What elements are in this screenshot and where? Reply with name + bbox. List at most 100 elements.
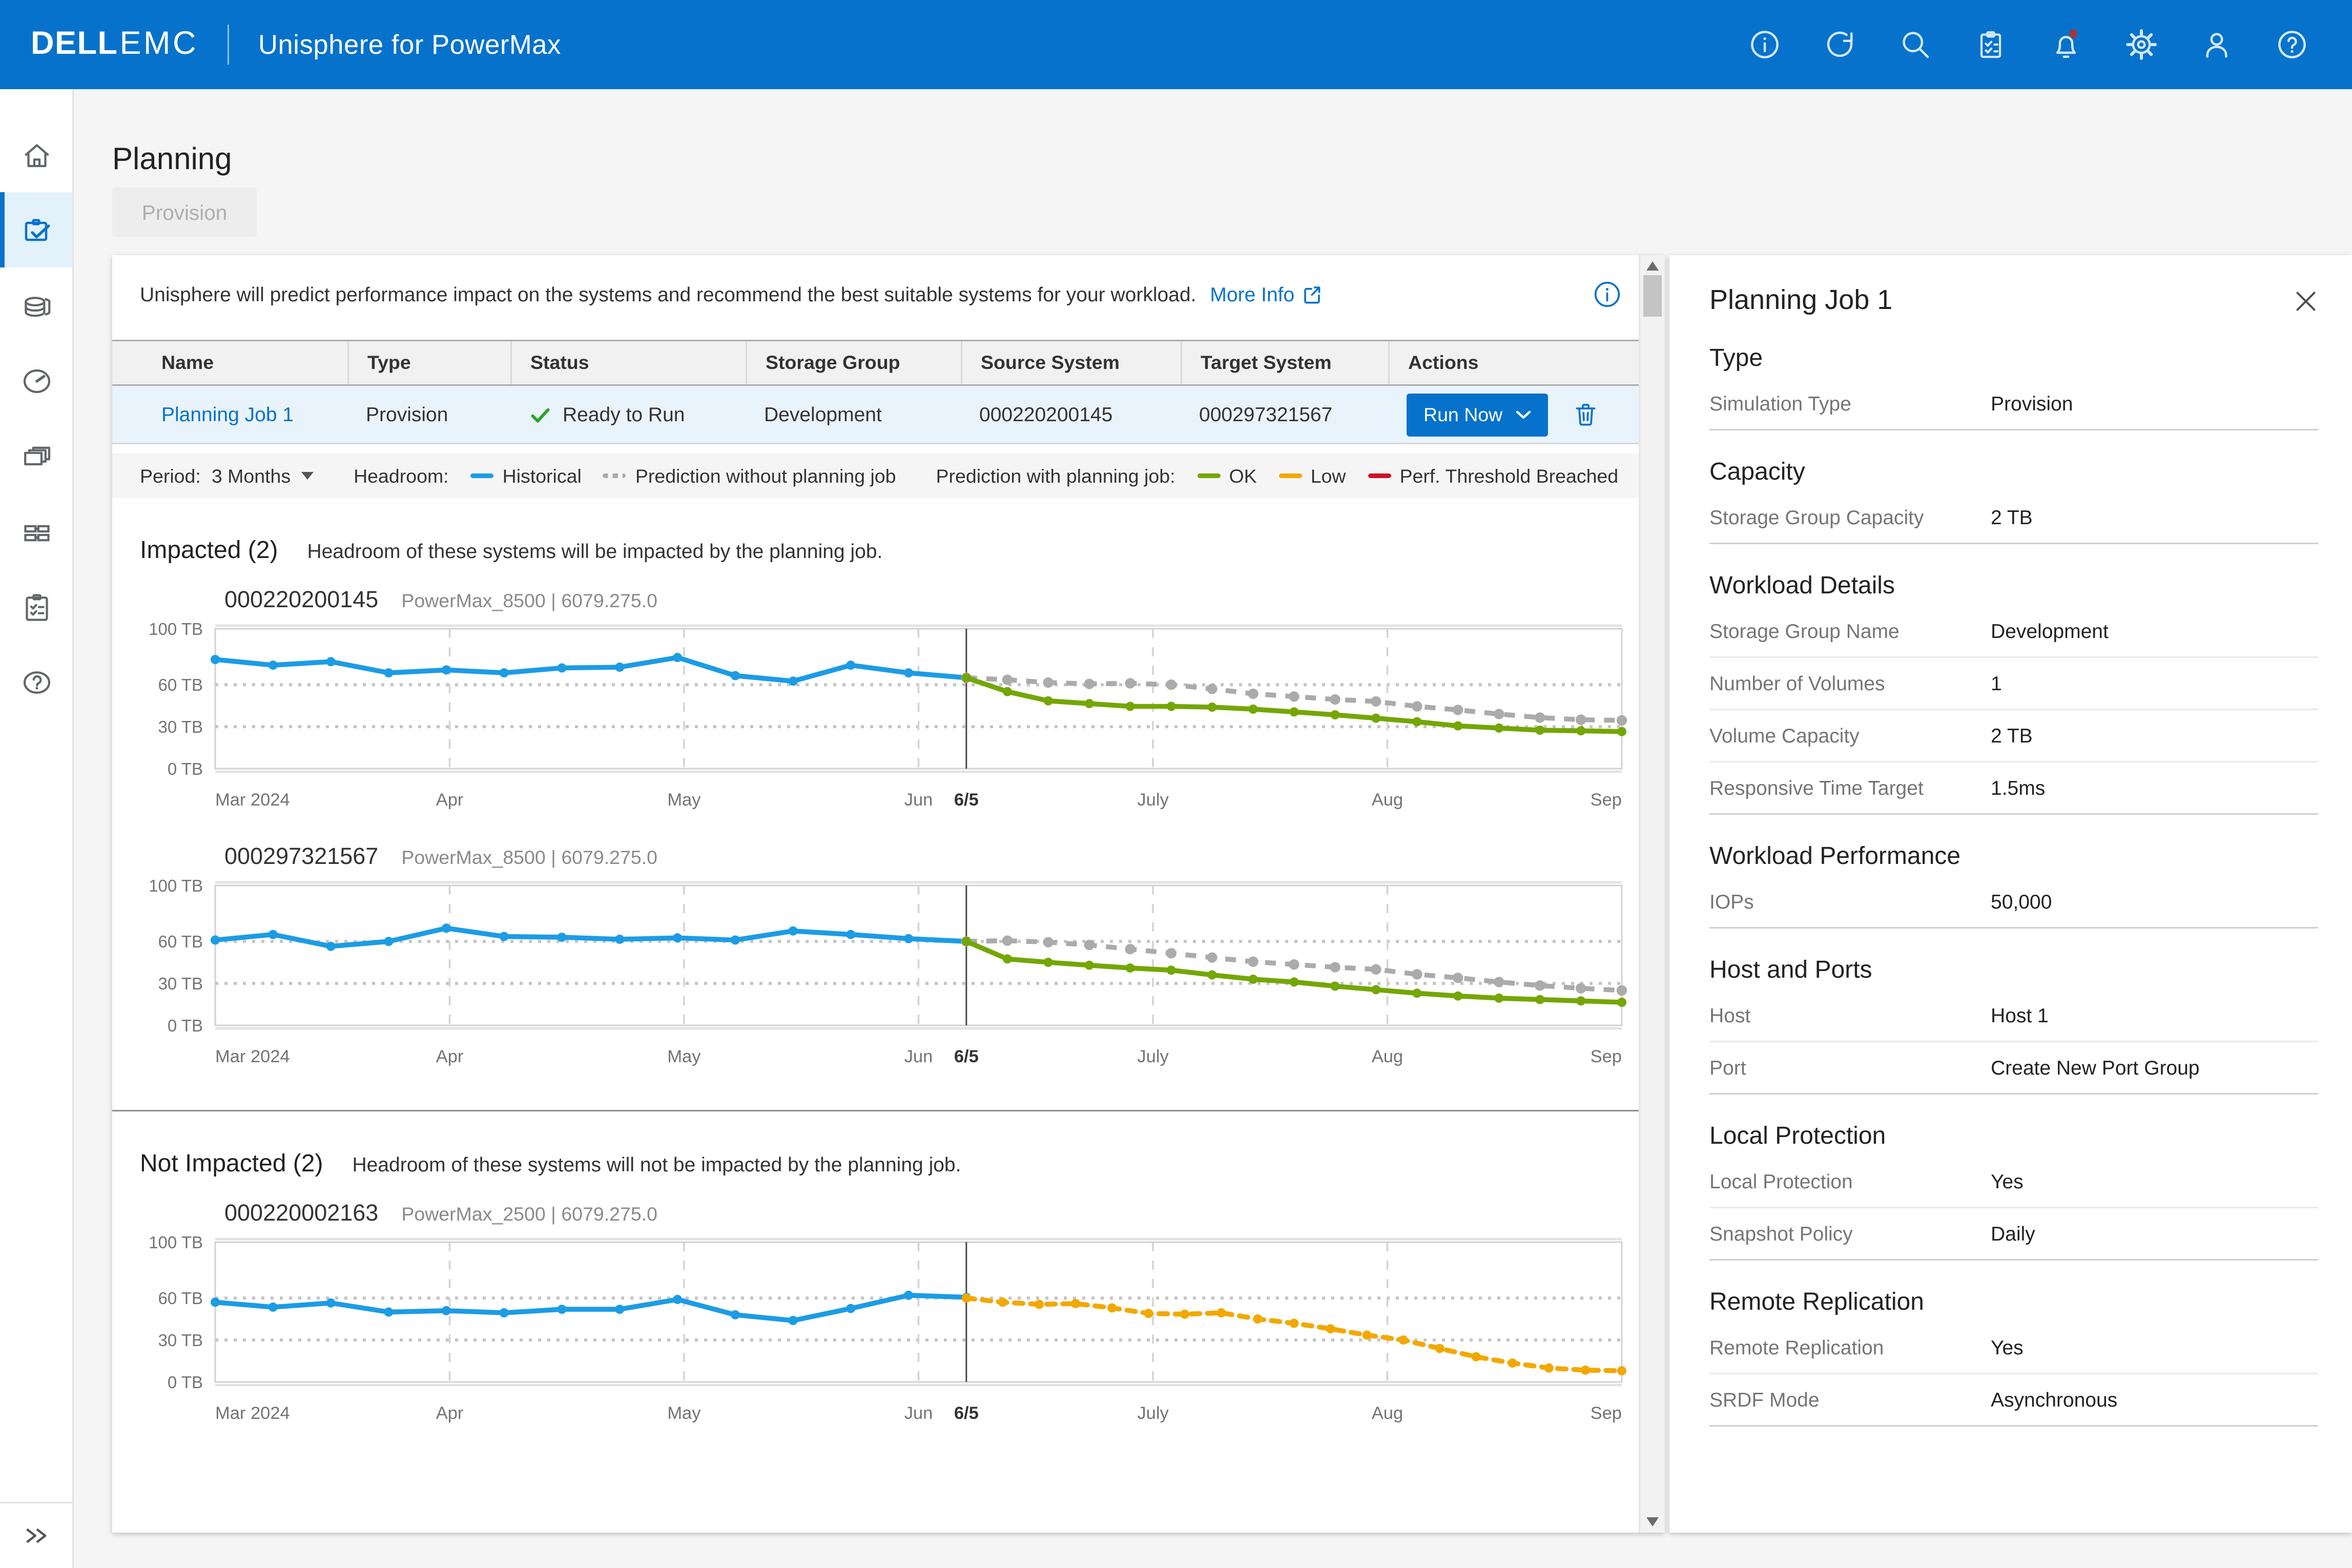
scroll-down-arrow[interactable]	[1646, 1517, 1659, 1526]
sidebar-item-replication[interactable]	[0, 418, 72, 493]
not-impacted-section-header: Not Impacted (2) Headroom of these syste…	[112, 1111, 1665, 1179]
notifications-icon[interactable]	[2049, 28, 2083, 61]
run-now-button[interactable]: Run Now	[1407, 393, 1549, 436]
more-info-label: More Info	[1210, 283, 1294, 306]
top-bar: DELL EMC Unisphere for PowerMax	[0, 0, 2352, 89]
run-now-label: Run Now	[1423, 404, 1502, 425]
settings-icon[interactable]	[2124, 28, 2158, 61]
search-icon[interactable]	[1899, 28, 1932, 61]
panel-section-heading: Workload Performance	[1709, 844, 2318, 872]
job-list-icon[interactable]	[1974, 28, 2008, 61]
chart-system-model: PowerMax_2500 | 6079.275.0	[401, 1204, 657, 1225]
planning-jobs-table: NameTypeStatusStorage GroupSource System…	[112, 340, 1665, 444]
scrollbar-thumb[interactable]	[1643, 275, 1662, 317]
page-title: Planning	[112, 143, 232, 179]
sidebar-item-performance[interactable]	[0, 343, 72, 418]
panel-row-label: SRDF Mode	[1709, 1388, 1991, 1411]
sidebar-item-home[interactable]	[0, 117, 72, 192]
panel-row-value: Host 1	[1991, 1004, 2049, 1027]
more-info-link[interactable]: More Info	[1210, 283, 1322, 306]
headroom-chart: 0 TB30 TB60 TB100 TBMar 2024AprMayJun6/5…	[112, 870, 1665, 1079]
panel-row-label: Volume Capacity	[1709, 724, 1991, 747]
column-header-status[interactable]: Status	[510, 341, 746, 384]
panel-row: SRDF ModeAsynchronous	[1709, 1374, 2318, 1425]
sidebar-item-storage[interactable]	[0, 267, 72, 343]
prediction-with-label: Prediction with planning job:	[936, 465, 1175, 487]
headroom-chart: 0 TB30 TB60 TB100 TBMar 2024AprMayJun6/5…	[112, 1227, 1665, 1436]
divider	[1709, 927, 2318, 929]
delete-job-button[interactable]	[1572, 400, 1601, 429]
provision-button[interactable]: Provision	[112, 188, 257, 237]
panel-row: Number of Volumes1	[1709, 658, 2318, 709]
home-icon	[19, 138, 53, 172]
svg-text:Sep: Sep	[1591, 1404, 1622, 1423]
card-scrollbar[interactable]	[1639, 255, 1665, 1533]
svg-text:Sep: Sep	[1591, 790, 1622, 810]
legend-label-ok: OK	[1229, 465, 1257, 487]
unisphere-app: DELL EMC Unisphere for PowerMax	[0, 0, 2352, 1568]
panel-row-label: Host	[1709, 1004, 1991, 1027]
table-row[interactable]: Planning Job 1 Provision Ready to Run De…	[112, 386, 1665, 444]
svg-text:Mar 2024: Mar 2024	[215, 1047, 290, 1066]
column-header-storage-group[interactable]: Storage Group	[746, 341, 961, 384]
panel-row-label: Local Protection	[1709, 1170, 1991, 1193]
svg-text:May: May	[667, 1404, 701, 1423]
chart-000220200145: 000220200145PowerMax_8500 | 6079.275.00 …	[112, 587, 1665, 822]
user-icon[interactable]	[2200, 28, 2234, 61]
close-panel-button[interactable]	[2294, 288, 2318, 313]
sidebar-item-hosts[interactable]	[0, 493, 72, 569]
column-header-type[interactable]: Type	[347, 341, 510, 384]
panel-row-label: Snapshot Policy	[1709, 1222, 1991, 1245]
svg-text:Sep: Sep	[1591, 1047, 1622, 1066]
period-select[interactable]: 3 Months	[212, 465, 314, 487]
brand-dell: DELL	[31, 26, 118, 63]
chart-000220002163: 000220002163PowerMax_2500 | 6079.275.00 …	[112, 1201, 1665, 1436]
storage-icon	[19, 288, 53, 322]
panel-title: Planning Job 1	[1709, 284, 1892, 317]
refresh-icon[interactable]	[1823, 28, 1857, 61]
panel-row-value: Provision	[1991, 392, 2073, 415]
panel-row: Snapshot PolicyDaily	[1709, 1208, 2318, 1259]
status-text: Ready to Run	[563, 403, 685, 426]
panel-row-value: 50,000	[1991, 890, 2052, 913]
svg-text:Mar 2024: Mar 2024	[215, 790, 290, 810]
column-header-name[interactable]: Name	[112, 341, 347, 384]
panel-row: Responsive Time Target1.5ms	[1709, 762, 2318, 813]
banner-info-icon[interactable]	[1593, 280, 1622, 309]
panel-row-value: Yes	[1991, 1170, 2024, 1193]
sidebar-expand-button[interactable]	[0, 1502, 72, 1568]
job-name-link[interactable]: Planning Job 1	[161, 403, 294, 426]
panel-row: IOPs50,000	[1709, 876, 2318, 927]
job-type-cell: Provision	[347, 403, 510, 426]
legend-label-low: Low	[1311, 465, 1346, 487]
period-value: 3 Months	[212, 465, 291, 487]
svg-text:0 TB: 0 TB	[168, 1373, 203, 1392]
panel-row-label: Remote Replication	[1709, 1336, 1991, 1359]
top-icon-bar	[1748, 28, 2309, 61]
legend-swatch-prediction-without	[603, 473, 626, 478]
not-impacted-title: Not Impacted (2)	[140, 1151, 323, 1179]
panel-row-value: 2 TB	[1991, 724, 2033, 747]
not-impacted-charts: 000220002163PowerMax_2500 | 6079.275.00 …	[112, 1201, 1665, 1436]
svg-text:Aug: Aug	[1372, 790, 1403, 810]
sidebar-item-planning[interactable]	[0, 192, 72, 267]
help-icon[interactable]	[2275, 28, 2309, 61]
trash-icon	[1572, 400, 1601, 429]
sidebar-item-jobs[interactable]	[0, 569, 72, 644]
svg-text:100 TB: 100 TB	[149, 876, 203, 895]
sidebar-item-support[interactable]	[0, 644, 72, 719]
svg-text:100 TB: 100 TB	[149, 1233, 203, 1252]
performance-icon	[19, 364, 53, 398]
info-icon[interactable]	[1748, 28, 1782, 61]
svg-text:60 TB: 60 TB	[158, 932, 203, 951]
chart-system-id: 000297321567	[224, 844, 378, 870]
divider	[1709, 429, 2318, 430]
scroll-up-arrow[interactable]	[1646, 261, 1659, 271]
divider	[1709, 813, 2318, 815]
banner-row: Unisphere will predict performance impac…	[112, 255, 1665, 309]
column-header-target-system[interactable]: Target System	[1181, 341, 1388, 384]
column-header-actions[interactable]: Actions	[1388, 341, 1665, 384]
legend-swatch-breached	[1368, 473, 1391, 478]
column-header-source-system[interactable]: Source System	[961, 341, 1181, 384]
storage-group-cell: Development	[746, 403, 961, 426]
